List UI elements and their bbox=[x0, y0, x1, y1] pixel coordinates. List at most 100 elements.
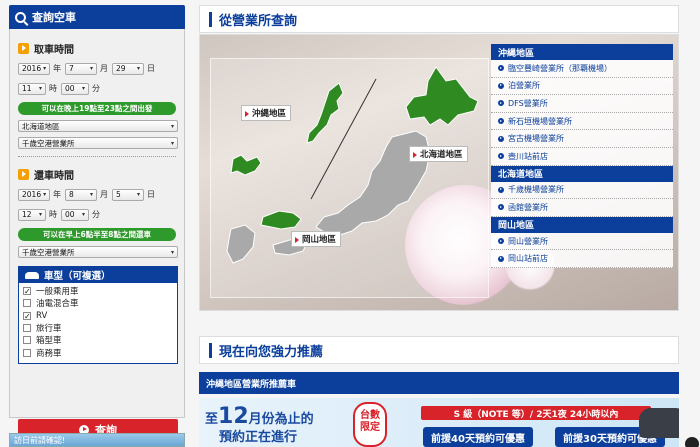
office-link-label: 宮古機場營業所 bbox=[508, 134, 564, 144]
limited-badge: 台數 限定 bbox=[353, 402, 387, 447]
arrow-circle-icon bbox=[498, 204, 504, 211]
car-type-option[interactable]: ✓ 一般乘用車 bbox=[23, 285, 173, 297]
divider bbox=[18, 156, 176, 157]
search-icon bbox=[15, 11, 26, 23]
dropoff-month-select[interactable]: 8 ▾ bbox=[65, 188, 97, 201]
dropoff-date-row: 2016 ▾ 年 8 ▾ 月 5 ▾ 日 bbox=[18, 187, 176, 202]
kyushu-region bbox=[226, 224, 256, 264]
pickup-title: 取車時間 bbox=[18, 40, 176, 56]
chevron-down-icon: ▾ bbox=[43, 65, 47, 72]
search-sidebar: 查詢空車 取車時間 2016 ▾ 年 7 ▾ 月 29 ▾ 日 11 ▾ 時 00 ▾ 分 bbox=[9, 5, 185, 447]
checkbox-icon[interactable] bbox=[23, 336, 31, 345]
car-type-box: 車型（可複選） ✓ 一般乘用車油電混合車 ✓ RV 旅行車 箱型車 商務車 bbox=[18, 266, 178, 364]
dropoff-month-value: 8 bbox=[69, 190, 74, 199]
pickup-month-select[interactable]: 7 ▾ bbox=[65, 62, 97, 75]
pickup-month-value: 7 bbox=[69, 64, 74, 73]
offices-section-header: 從營業所查詢 bbox=[199, 5, 679, 33]
promo-banner[interactable]: 至12月份為止的 預約正在進行 台數 限定 S 級（NOTE 等）/ 2天1夜 … bbox=[199, 398, 679, 447]
pickup-date-row: 2016 ▾ 年 7 ▾ 月 29 ▾ 日 bbox=[18, 61, 176, 76]
office-link[interactable]: 千歲機場營業所 bbox=[491, 181, 673, 200]
car-type-option[interactable]: 旅行車 bbox=[23, 322, 173, 334]
pickup-time-row: 11 ▾ 時 00 ▾ 分 bbox=[18, 81, 176, 96]
dropoff-year-select[interactable]: 2016 ▾ bbox=[18, 188, 50, 201]
japan-map: 沖縄地區 北海道地區 岡山地區 bbox=[210, 58, 489, 298]
car-type-label: 旅行車 bbox=[36, 324, 62, 335]
badge-text: 台數 bbox=[360, 410, 380, 421]
triangle-icon bbox=[245, 111, 249, 117]
banner-text: 至 bbox=[205, 412, 219, 427]
pickup-year-value: 2016 bbox=[22, 64, 42, 73]
pickup-office-value: 千歲空港營業所 bbox=[22, 138, 75, 148]
chevron-down-icon: ▾ bbox=[170, 248, 174, 256]
triangle-icon bbox=[413, 152, 417, 158]
banner-text: 預約正在進行 bbox=[219, 430, 298, 445]
car-type-option[interactable]: 箱型車 bbox=[23, 334, 173, 346]
checkbox-icon[interactable] bbox=[23, 348, 31, 357]
car-type-header: 車型（可複選） bbox=[19, 267, 177, 283]
dropoff-title: 還車時間 bbox=[18, 166, 176, 182]
map-label-okayama[interactable]: 岡山地區 bbox=[291, 231, 342, 247]
map-label-okinawa-text: 沖縄地區 bbox=[252, 109, 287, 119]
month-unit: 月 bbox=[100, 64, 108, 73]
office-link-label: 臨空豐崎營業所（那覇機場） bbox=[508, 63, 612, 73]
recommend-strip: 沖縄地區營業所推薦車 bbox=[199, 372, 679, 394]
office-list: 沖縄地區臨空豐崎營業所（那覇機場） 泊營業所 DFS營業所新石垣機場營業所 宮古機場營… bbox=[491, 44, 673, 298]
office-link[interactable]: 岡山營業所 bbox=[491, 232, 673, 251]
minute-unit: 分 bbox=[92, 210, 100, 219]
badge-text: 限定 bbox=[360, 422, 380, 433]
title-accent-bar bbox=[209, 342, 212, 358]
minute-unit: 分 bbox=[92, 84, 100, 93]
triangle-icon bbox=[295, 237, 299, 243]
pickup-office-select[interactable]: 千歲空港營業所 ▾ bbox=[18, 137, 178, 149]
office-link[interactable]: 岡山站前店 bbox=[491, 250, 673, 268]
office-link-label: 新石垣機場營業所 bbox=[508, 116, 572, 126]
dropoff-day-select[interactable]: 5 ▾ bbox=[112, 188, 144, 201]
banner-text: 月份為止的 bbox=[248, 412, 314, 427]
office-link[interactable]: 函館營業所 bbox=[491, 199, 673, 217]
checkbox-checked-icon[interactable]: ✓ bbox=[23, 287, 31, 296]
dropoff-hour-select[interactable]: 12 ▾ bbox=[18, 208, 46, 221]
hour-unit: 時 bbox=[49, 84, 57, 93]
chevron-down-icon: ▾ bbox=[136, 191, 140, 198]
play-icon bbox=[18, 42, 29, 54]
chevron-down-icon: ▾ bbox=[136, 65, 140, 72]
recommend-strip-text: 沖縄地區營業所推薦車 bbox=[206, 379, 297, 390]
office-link[interactable]: 壺川站前店 bbox=[491, 147, 673, 166]
checkbox-checked-icon[interactable]: ✓ bbox=[23, 311, 31, 320]
offices-section-title: 從營業所查詢 bbox=[219, 13, 298, 29]
office-link[interactable]: 泊營業所 bbox=[491, 77, 673, 96]
map-separator bbox=[310, 78, 377, 200]
close-icon[interactable] bbox=[685, 437, 699, 447]
map-label-okinawa[interactable]: 沖縄地區 bbox=[241, 105, 292, 121]
dropoff-time-row: 12 ▾ 時 00 ▾ 分 bbox=[18, 207, 176, 222]
arrow-circle-icon bbox=[498, 82, 504, 89]
hour-unit: 時 bbox=[49, 210, 57, 219]
checkbox-icon[interactable] bbox=[23, 324, 31, 333]
office-link[interactable]: 新石垣機場營業所 bbox=[491, 112, 673, 131]
car-type-option[interactable]: 商務車 bbox=[23, 346, 173, 359]
region-header: 沖縄地區 bbox=[491, 44, 673, 60]
travel-notice-link[interactable]: 訪日前請確認! bbox=[9, 433, 185, 447]
office-link[interactable]: 宮古機場營業所 bbox=[491, 130, 673, 148]
dropoff-minute-select[interactable]: 00 ▾ bbox=[61, 208, 89, 221]
office-link[interactable]: 臨空豐崎營業所（那覇機場） bbox=[491, 60, 673, 78]
car-type-option[interactable]: ✓ RV bbox=[23, 310, 173, 322]
okinawa-island bbox=[230, 154, 262, 176]
page: 查詢空車 取車時間 2016 ▾ 年 7 ▾ 月 29 ▾ 日 11 ▾ 時 00 ▾ 分 bbox=[0, 0, 700, 447]
car-type-label: 油電混合車 bbox=[36, 299, 79, 310]
map-label-hokkaido[interactable]: 北海道地區 bbox=[409, 146, 468, 162]
car-type-option[interactable]: 油電混合車 bbox=[23, 297, 173, 309]
pickup-hour-select[interactable]: 11 ▾ bbox=[18, 82, 46, 95]
office-link-label: 壺川站前店 bbox=[508, 151, 548, 161]
dropoff-office-select[interactable]: 千歲空港營業所 ▾ bbox=[18, 246, 178, 258]
checkbox-icon[interactable] bbox=[23, 299, 31, 308]
pickup-day-select[interactable]: 29 ▾ bbox=[112, 62, 144, 75]
office-link[interactable]: DFS營業所 bbox=[491, 95, 673, 113]
pickup-region-value: 北海道地區 bbox=[22, 121, 60, 131]
car-type-label: RV bbox=[36, 310, 48, 321]
banner-plan-text: S 級（NOTE 等）/ 2天1夜 24小時以內 bbox=[421, 406, 651, 420]
pickup-region-select[interactable]: 北海道地區 ▾ bbox=[18, 120, 178, 132]
pickup-minute-select[interactable]: 00 ▾ bbox=[61, 82, 89, 95]
sidebar-title: 查詢空車 bbox=[32, 11, 76, 24]
pickup-year-select[interactable]: 2016 ▾ bbox=[18, 62, 50, 75]
